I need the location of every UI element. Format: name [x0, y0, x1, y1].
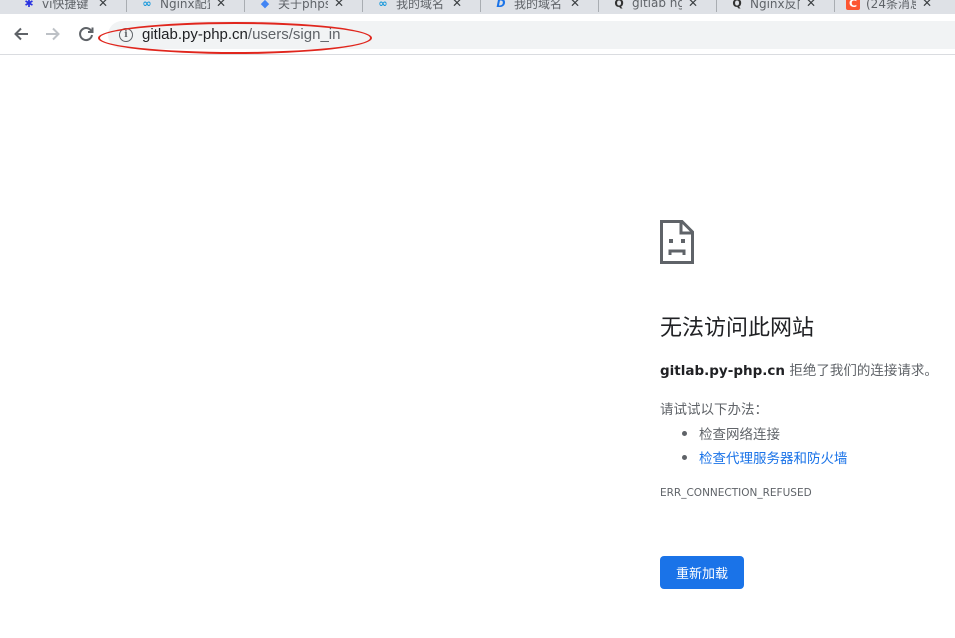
tab-title: 关于phps: [278, 0, 328, 11]
browser-toolbar: i gitlab.py-php.cn/users/sign_in: [0, 14, 955, 55]
tab-5[interactable]: D 我的域名 ✕: [494, 0, 580, 13]
tab-title: Nginx反向: [750, 0, 800, 11]
bullet-icon: [682, 430, 687, 436]
bullet-icon: [682, 454, 687, 460]
error-description: gitlab.py-php.cn 拒绝了我们的连接请求。: [660, 359, 938, 379]
back-arrow-icon: [14, 27, 28, 41]
suggestions-label: 请试试以下办法：: [660, 402, 768, 418]
suggestion-check-network: 检查网络连接: [682, 423, 780, 443]
tab-3[interactable]: ◆ 关于phps ✕: [258, 0, 344, 13]
search-q-icon: Q: [732, 0, 742, 10]
info-icon[interactable]: i: [119, 28, 133, 42]
forward-arrow-icon: [46, 27, 60, 41]
tab-title: 我的域名: [514, 0, 563, 11]
tab-4[interactable]: ∞ 我的域名 ✕: [376, 0, 462, 13]
reload-button[interactable]: 重新加载: [660, 556, 744, 589]
tab-title: 我的域名: [396, 0, 445, 11]
tab-1[interactable]: ✱ vi快捷键 ✕: [22, 0, 108, 13]
tab-title: Nginx配置: [160, 0, 210, 11]
shield-check-icon: ◆: [260, 0, 270, 10]
close-icon[interactable]: ✕: [216, 0, 226, 10]
sad-document-icon: [660, 220, 694, 264]
baidu-paw-icon: ✱: [24, 0, 34, 10]
cloud-icon: ∞: [378, 0, 388, 10]
csdn-c-icon: C: [846, 0, 860, 10]
tab-title: (24条消息: [866, 0, 916, 11]
cloud-icon: ∞: [142, 0, 152, 10]
tab-7[interactable]: Q Nginx反向 ✕: [730, 0, 816, 13]
refresh-icon: [79, 27, 94, 42]
close-icon[interactable]: ✕: [922, 0, 932, 10]
error-heading: 无法访问此网站: [660, 316, 815, 341]
tab-title: vi快捷键: [42, 0, 89, 11]
back-button[interactable]: [10, 23, 32, 45]
forward-button[interactable]: [42, 23, 64, 45]
suggestion-text: 检查网络连接: [699, 427, 780, 443]
letter-d-icon: D: [496, 0, 506, 10]
suggestion-check-proxy-link[interactable]: 检查代理服务器和防火墙: [682, 447, 848, 467]
tab-8[interactable]: C (24条消息 ✕: [846, 0, 932, 13]
tab-title: gitlab ng: [632, 0, 682, 10]
close-icon[interactable]: ✕: [334, 0, 344, 10]
error-message: 拒绝了我们的连接请求。: [785, 363, 938, 379]
reload-page-button[interactable]: [75, 23, 97, 45]
tab-2[interactable]: ∞ Nginx配置 ✕: [140, 0, 226, 13]
tab-strip: ✱ vi快捷键 ✕ ∞ Nginx配置 ✕ ◆ 关于phps ✕ ∞ 我的域名 …: [0, 0, 955, 14]
error-code: ERR_CONNECTION_REFUSED: [660, 487, 812, 499]
address-bar[interactable]: i gitlab.py-php.cn/users/sign_in: [108, 21, 955, 49]
close-icon[interactable]: ✕: [98, 0, 108, 10]
search-q-icon: Q: [614, 0, 624, 10]
url-host: gitlab.py-php.cn: [142, 26, 248, 43]
url-text[interactable]: gitlab.py-php.cn/users/sign_in: [142, 26, 340, 43]
suggestion-link-text[interactable]: 检查代理服务器和防火墙: [699, 447, 848, 467]
close-icon[interactable]: ✕: [452, 0, 462, 10]
url-path: /users/sign_in: [247, 26, 341, 43]
close-icon[interactable]: ✕: [806, 0, 816, 10]
close-icon[interactable]: ✕: [570, 0, 580, 10]
tab-6[interactable]: Q gitlab ng ✕: [612, 0, 698, 13]
close-icon[interactable]: ✕: [688, 0, 698, 10]
error-host: gitlab.py-php.cn: [660, 363, 786, 379]
